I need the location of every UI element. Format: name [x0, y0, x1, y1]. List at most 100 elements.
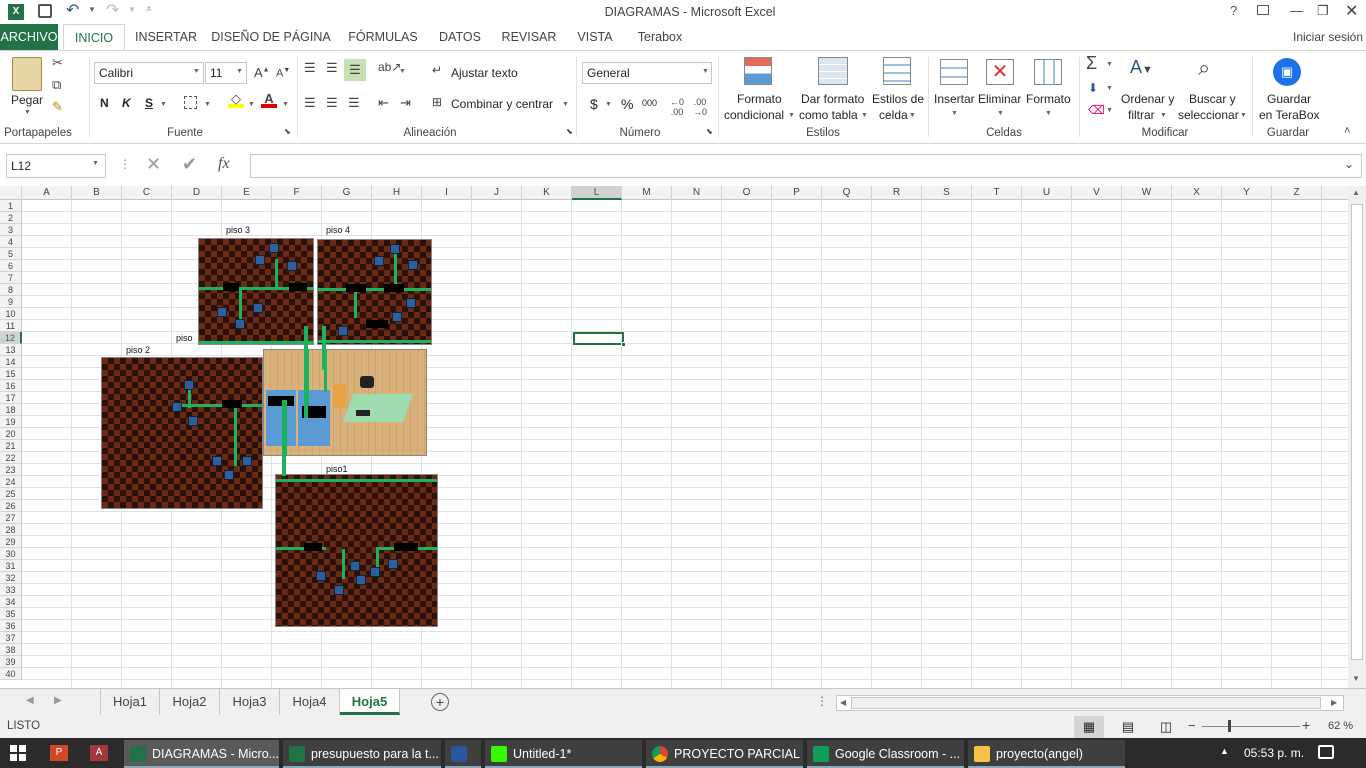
- increase-decimal-icon[interactable]: ←0.00: [670, 97, 684, 117]
- floor-plan-ground[interactable]: [263, 349, 427, 456]
- horizontal-scroll-thumb[interactable]: [851, 697, 1321, 709]
- fill-dropdown-icon[interactable]: ▼: [1106, 85, 1113, 92]
- row-header[interactable]: 31: [0, 560, 22, 572]
- conditional-format-icon[interactable]: [744, 57, 772, 85]
- scroll-thumb[interactable]: [1351, 204, 1363, 660]
- sort-filter-line1[interactable]: Ordenar y: [1121, 92, 1174, 106]
- row-header[interactable]: 9: [0, 296, 22, 308]
- taskbar-clock[interactable]: 05:53 p. m.: [1244, 746, 1304, 760]
- column-header[interactable]: X: [1172, 186, 1222, 200]
- tab-insertar[interactable]: INSERTAR: [132, 24, 200, 50]
- taskbar-item-dreamweaver[interactable]: Untitled-1*: [485, 740, 642, 768]
- row-header[interactable]: 14: [0, 356, 22, 368]
- find-select-dropdown-icon[interactable]: ▼: [1240, 112, 1247, 119]
- column-header[interactable]: Y: [1222, 186, 1272, 200]
- tab-diseno-pagina[interactable]: DISEÑO DE PÁGINA: [211, 24, 331, 50]
- row-header[interactable]: 38: [0, 644, 22, 656]
- floor-plan-piso-4[interactable]: [317, 239, 432, 345]
- delete-dropdown-icon[interactable]: ▼: [997, 110, 1004, 117]
- row-header[interactable]: 20: [0, 428, 22, 440]
- column-header[interactable]: Z: [1272, 186, 1322, 200]
- floor-plan-piso-1[interactable]: [275, 474, 438, 627]
- collapse-ribbon-icon[interactable]: ˄: [1344, 125, 1350, 137]
- zoom-level[interactable]: 62 %: [1328, 720, 1353, 732]
- taskbar-item-folder[interactable]: proyecto(angel): [968, 740, 1125, 768]
- row-header[interactable]: 23: [0, 464, 22, 476]
- row-header[interactable]: 33: [0, 584, 22, 596]
- row-header[interactable]: 2: [0, 212, 22, 224]
- sheet-tab-hoja3[interactable]: Hoja3: [220, 689, 280, 715]
- sheet-tab-hoja4[interactable]: Hoja4: [280, 689, 340, 715]
- thousands-button[interactable]: 000: [642, 98, 657, 108]
- scroll-up-icon[interactable]: ▲: [1352, 188, 1360, 197]
- row-header[interactable]: 37: [0, 632, 22, 644]
- tab-vista[interactable]: VISTA: [572, 24, 618, 50]
- undo-dropdown-icon[interactable]: ▼: [88, 5, 96, 14]
- access-taskbar-icon[interactable]: A: [90, 745, 108, 761]
- find-select-line2[interactable]: seleccionar: [1178, 108, 1239, 122]
- zoom-slider-thumb[interactable]: [1228, 720, 1231, 732]
- conditional-format-line2[interactable]: condicional: [724, 108, 784, 122]
- row-header[interactable]: 18: [0, 404, 22, 416]
- sheet-tab-hoja2[interactable]: Hoja2: [160, 689, 220, 715]
- row-header[interactable]: 39: [0, 656, 22, 668]
- merge-center-button[interactable]: Combinar y centrar: [451, 97, 553, 111]
- minimize-icon[interactable]: —: [1290, 3, 1303, 18]
- tab-inicio[interactable]: INICIO: [63, 24, 125, 50]
- sort-filter-dropdown-icon[interactable]: ▼: [1160, 112, 1167, 119]
- format-cells-icon[interactable]: [1034, 59, 1062, 85]
- tray-expand-icon[interactable]: ▲: [1220, 746, 1229, 756]
- sign-in-link[interactable]: Iniciar sesión: [1290, 24, 1366, 50]
- save-terabox-line1[interactable]: Guardar: [1267, 92, 1311, 106]
- tab-terabox[interactable]: Terabox: [630, 24, 690, 50]
- column-header[interactable]: J: [472, 186, 522, 200]
- floor-plan-piso-2[interactable]: [101, 357, 263, 509]
- sheet-tab-hoja1[interactable]: Hoja1: [100, 689, 160, 715]
- insert-dropdown-icon[interactable]: ▼: [951, 110, 958, 117]
- percent-button[interactable]: %: [621, 96, 633, 112]
- undo-icon[interactable]: ↶: [66, 0, 79, 20]
- save-terabox-line2[interactable]: en TeraBox: [1259, 108, 1320, 122]
- format-table-icon[interactable]: [818, 57, 848, 85]
- normal-view-icon[interactable]: ▦: [1074, 716, 1104, 738]
- fill-icon[interactable]: ⬇: [1088, 81, 1098, 95]
- row-header[interactable]: 24: [0, 476, 22, 488]
- zoom-slider[interactable]: [1202, 726, 1300, 727]
- paste-icon[interactable]: [12, 57, 42, 91]
- insert-cells-button[interactable]: Insertar: [934, 92, 975, 106]
- orientation-icon[interactable]: ab↗: [378, 60, 401, 74]
- column-header[interactable]: H: [372, 186, 422, 200]
- help-button[interactable]: ?: [1230, 3, 1237, 18]
- add-sheet-icon[interactable]: +: [431, 693, 449, 711]
- column-header[interactable]: N: [672, 186, 722, 200]
- row-header[interactable]: 34: [0, 596, 22, 608]
- column-header[interactable]: P: [772, 186, 822, 200]
- restore-icon[interactable]: ❐: [1317, 3, 1329, 19]
- taskbar-item-classroom[interactable]: Google Classroom - ...: [807, 740, 964, 768]
- column-header[interactable]: S: [922, 186, 972, 200]
- row-header[interactable]: 32: [0, 572, 22, 584]
- taskbar-item-diagramas[interactable]: DIAGRAMAS - Micro...: [124, 740, 279, 768]
- conditional-format-dropdown-icon[interactable]: ▼: [788, 112, 795, 119]
- customize-qat-icon[interactable]: ⩡: [146, 4, 152, 15]
- wrap-text-button[interactable]: Ajustar texto: [451, 66, 518, 80]
- decrease-font-icon[interactable]: A▼: [276, 67, 290, 80]
- row-header[interactable]: 6: [0, 260, 22, 272]
- column-header[interactable]: C: [122, 186, 172, 200]
- fill-color-dropdown-icon[interactable]: ▼: [248, 101, 255, 108]
- formula-input[interactable]: [250, 154, 1362, 178]
- borders-dropdown-icon[interactable]: ▼: [204, 101, 211, 108]
- format-table-line2[interactable]: como tabla: [799, 108, 858, 122]
- row-header[interactable]: 28: [0, 524, 22, 536]
- currency-button[interactable]: $: [590, 96, 598, 112]
- insert-cells-icon[interactable]: [940, 59, 968, 85]
- row-header[interactable]: 35: [0, 608, 22, 620]
- expand-formula-icon[interactable]: ⌄: [1344, 157, 1354, 171]
- increase-indent-icon[interactable]: ⇥: [400, 95, 411, 111]
- column-header[interactable]: D: [172, 186, 222, 200]
- formula-bar-grip-icon[interactable]: ⋮: [119, 157, 131, 171]
- name-box-dropdown-icon[interactable]: ▼: [92, 160, 99, 167]
- prev-sheet-icon[interactable]: ◀: [26, 695, 34, 706]
- column-header[interactable]: A: [22, 186, 72, 200]
- scroll-left-icon[interactable]: ◀: [840, 698, 846, 707]
